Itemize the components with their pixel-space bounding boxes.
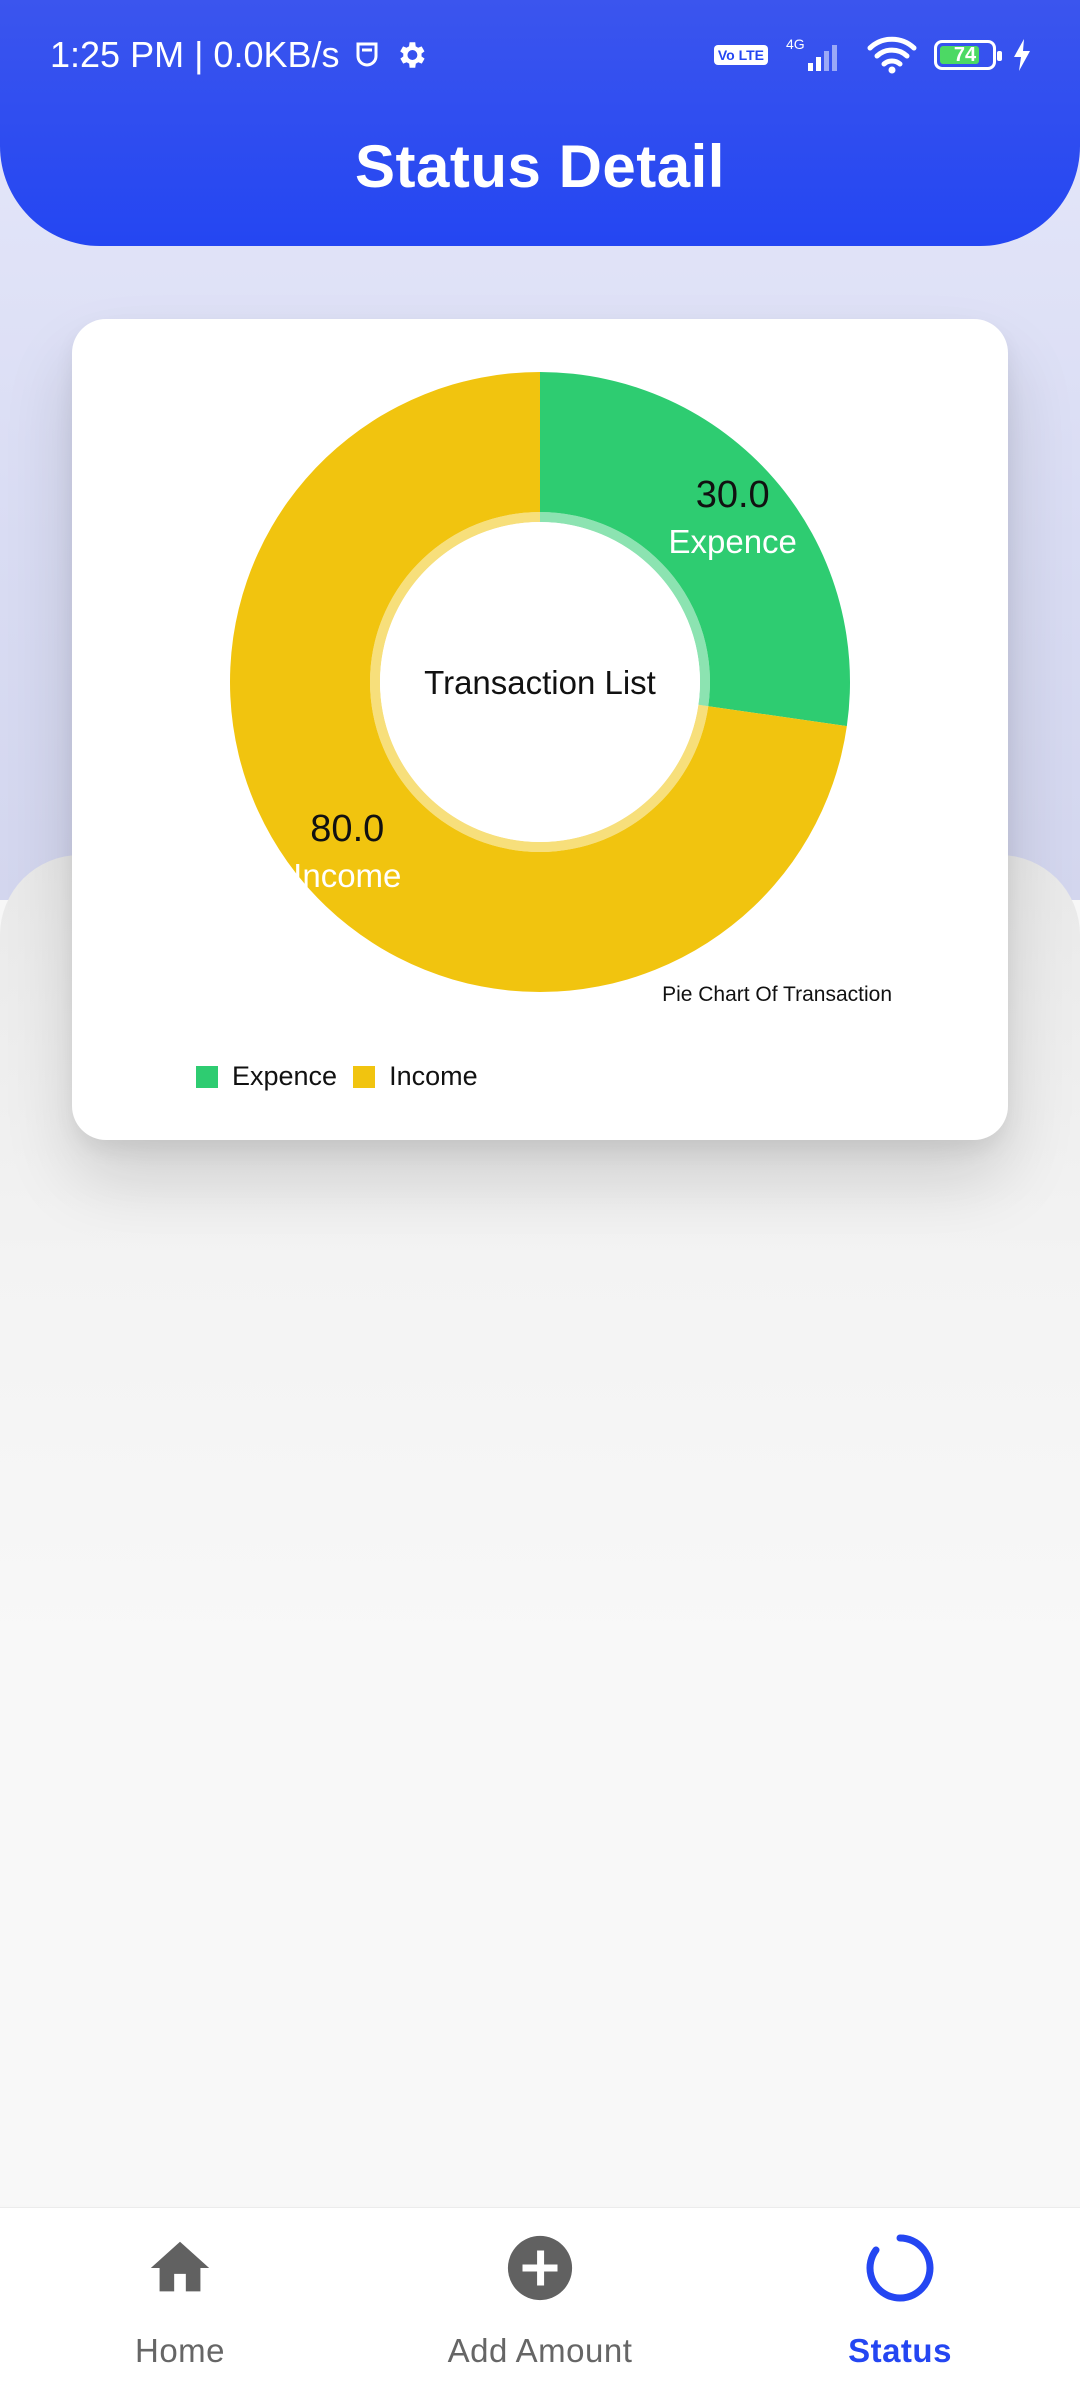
pie-name-label-expence: Expence (668, 523, 796, 560)
nav-add-amount[interactable]: Add Amount (360, 2208, 720, 2400)
battery-level: 74 (953, 43, 977, 66)
legend-label-expence: Expence (232, 1061, 338, 1091)
nav-home-label: Home (134, 2332, 226, 2369)
legend-label-income: Income (389, 1061, 478, 1091)
home-icon (140, 2228, 220, 2308)
settings-gear-icon (399, 42, 425, 68)
pie-value-label-expence: 30.0 (696, 474, 770, 516)
battery-icon: 74 (934, 40, 1002, 70)
chart-legend: Expence Income (196, 1061, 478, 1092)
add-circle-icon (500, 2228, 580, 2308)
app-header: 1:25 PM | 0.0KB/s Vo LTE 4G 74 Status De… (0, 0, 1080, 246)
network-type-label: 4G (786, 37, 805, 52)
status-bar: 1:25 PM | 0.0KB/s Vo LTE 4G 74 (0, 0, 1080, 110)
volte-icon: Vo LTE (713, 45, 768, 65)
signal-icon: 4G (786, 37, 837, 71)
legend-swatch-income (353, 1065, 376, 1088)
status-ring-icon (860, 2228, 940, 2308)
nav-home[interactable]: Home (0, 2208, 360, 2400)
status-time: 1:25 PM | 0.0KB/s (50, 34, 340, 75)
nav-status[interactable]: Status (720, 2208, 1080, 2400)
nav-add-amount-label: Add Amount (447, 2332, 633, 2369)
pie-name-label-income: Income (293, 857, 401, 894)
nav-status-label: Status (848, 2332, 952, 2369)
wifi-icon (867, 36, 917, 74)
pie-chart[interactable]: 30.0 Expence 80.0 Income Transaction List (72, 319, 1008, 1019)
charging-bolt-icon (1014, 39, 1030, 71)
chart-card: 30.0 Expence 80.0 Income Transaction List Pi… (72, 319, 1008, 1140)
pie-value-label-income: 80.0 (310, 808, 384, 850)
legend-item-expence[interactable]: Expence (196, 1061, 337, 1092)
legend-item-income[interactable]: Income (353, 1061, 478, 1092)
legend-swatch-expence (196, 1065, 218, 1088)
bottom-nav: Home Add Amount Status (0, 2207, 1080, 2400)
donut-center-label: Transaction List (424, 664, 656, 701)
page-title: Status Detail (355, 133, 725, 200)
notification-icon (356, 42, 377, 67)
chart-caption: Pie Chart Of Transaction (662, 983, 892, 1006)
